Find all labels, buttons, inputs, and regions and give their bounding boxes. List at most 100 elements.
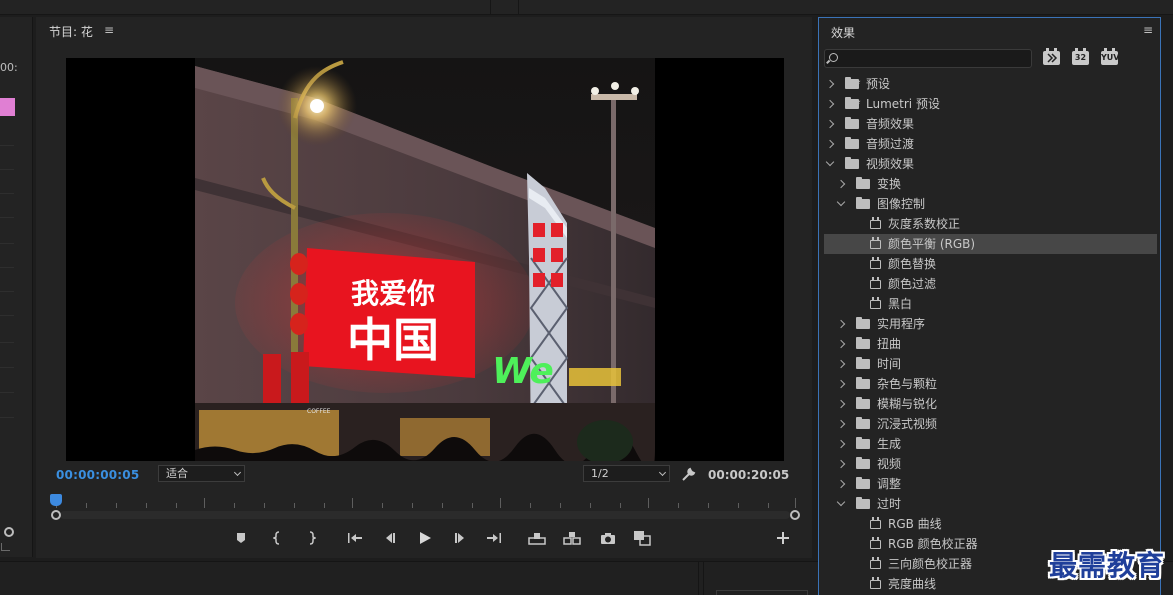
effect-icon: [870, 557, 881, 569]
play-icon[interactable]: [416, 529, 434, 547]
folder-item[interactable]: 时间: [824, 354, 1157, 374]
scroll-end-handle[interactable]: [4, 527, 14, 537]
effect-item[interactable]: 灰度系数校正: [824, 214, 1157, 234]
folder-item[interactable]: 视频: [824, 454, 1157, 474]
lift-icon[interactable]: [528, 529, 546, 547]
chevron-right-icon[interactable]: [836, 319, 846, 329]
scroll-end-handle[interactable]: [790, 510, 800, 520]
chevron-right-icon[interactable]: [836, 359, 846, 369]
folder-item[interactable]: 预设: [824, 72, 1157, 94]
chevron-right-icon[interactable]: [836, 399, 846, 409]
panel-title[interactable]: 效果: [831, 24, 855, 41]
folder-icon: [856, 477, 870, 489]
playhead[interactable]: [50, 494, 62, 506]
go-to-out-icon[interactable]: [485, 529, 503, 547]
chevron-right-icon[interactable]: [836, 379, 846, 389]
wrench-icon[interactable]: [681, 466, 697, 482]
ruler-tick: [234, 503, 235, 508]
chevron-right-icon[interactable]: [825, 139, 835, 149]
tree-item-label: 颜色平衡 (RGB): [888, 237, 976, 251]
timeline-area[interactable]: [716, 590, 808, 595]
divider: [0, 193, 14, 194]
effect-item[interactable]: 颜色过滤: [824, 274, 1157, 294]
add-button-icon[interactable]: [774, 529, 792, 547]
mark-out-icon[interactable]: [302, 529, 320, 547]
chevron-right-icon[interactable]: [836, 419, 846, 429]
tree-item-label: 扭曲: [877, 337, 902, 351]
step-back-icon[interactable]: [381, 529, 399, 547]
effect-item[interactable]: 颜色平衡 (RGB): [824, 234, 1157, 254]
chevron-right-icon[interactable]: [836, 479, 846, 489]
effect-item[interactable]: 黑白: [824, 294, 1157, 314]
folder-item[interactable]: 视频效果: [824, 154, 1157, 174]
tree-item-label: 沉浸式视频: [877, 417, 938, 431]
chevron-down-icon[interactable]: [836, 497, 846, 507]
extract-icon[interactable]: [563, 529, 581, 547]
effect-item[interactable]: 颜色替换: [824, 254, 1157, 274]
ruler-tick: [204, 498, 205, 508]
scroll-start-handle[interactable]: [51, 510, 61, 520]
folder-icon: [856, 457, 870, 469]
go-to-in-icon[interactable]: [346, 529, 364, 547]
folder-item[interactable]: 音频过渡: [824, 134, 1157, 154]
zoom-fit-select[interactable]: 适合: [158, 465, 245, 482]
chevron-right-icon[interactable]: [836, 459, 846, 469]
chevron-down-icon[interactable]: [836, 197, 846, 207]
folder-item[interactable]: 图像控制: [824, 194, 1157, 214]
tree-item-label: 过时: [877, 497, 902, 511]
folder-item[interactable]: 过时: [824, 494, 1157, 514]
export-icon[interactable]: [1, 543, 10, 551]
ruler-tick: [264, 503, 265, 508]
folder-item[interactable]: 调整: [824, 474, 1157, 494]
compare-view-icon[interactable]: [633, 529, 651, 547]
folder-item[interactable]: 实用程序: [824, 314, 1157, 334]
billboard-line-1: 我爱你: [351, 277, 435, 310]
chevron-right-icon[interactable]: [825, 119, 835, 129]
time-ruler[interactable]: [56, 495, 796, 511]
panel-menu-icon[interactable]: ≡: [104, 23, 114, 37]
folder-item[interactable]: 模糊与锐化: [824, 394, 1157, 414]
folder-icon: [856, 377, 870, 389]
folder-item[interactable]: 杂色与颗粒: [824, 374, 1157, 394]
folder-icon: [845, 117, 859, 129]
playback-resolution-select[interactable]: 1/2: [583, 465, 670, 482]
step-forward-icon[interactable]: [451, 529, 469, 547]
chevron-right-icon[interactable]: [836, 439, 846, 449]
yuv-effects-icon[interactable]: YUV: [1101, 48, 1119, 65]
search-input[interactable]: [843, 50, 1029, 67]
folder-item[interactable]: 变换: [824, 174, 1157, 194]
divider: [490, 0, 491, 15]
folder-item[interactable]: 生成: [824, 434, 1157, 454]
panel-menu-icon[interactable]: ≡: [1143, 23, 1153, 37]
chevron-right-icon[interactable]: [836, 339, 846, 349]
folder-icon: [856, 357, 870, 369]
top-panel-strip: [0, 0, 1173, 15]
32bit-effects-icon[interactable]: 32: [1072, 48, 1089, 65]
store-sign: We: [492, 351, 554, 392]
tree-item-label: 颜色过滤: [888, 277, 937, 291]
divider: [698, 562, 699, 595]
effects-search[interactable]: [824, 49, 1032, 68]
chevron-down-icon[interactable]: [825, 157, 835, 167]
chevron-right-icon[interactable]: [825, 79, 835, 89]
clip-marker[interactable]: [0, 98, 15, 116]
effect-item[interactable]: RGB 曲线: [824, 514, 1157, 534]
folder-item[interactable]: 沉浸式视频: [824, 414, 1157, 434]
current-timecode[interactable]: 00:00:00:05: [56, 468, 139, 482]
folder-item[interactable]: 扭曲: [824, 334, 1157, 354]
folder-item[interactable]: 音频效果: [824, 114, 1157, 134]
mark-in-icon[interactable]: [269, 529, 287, 547]
chevron-right-icon[interactable]: [825, 99, 835, 109]
panel-title[interactable]: 节目: 花: [49, 23, 93, 40]
folder-item[interactable]: Lumetri 预设: [824, 92, 1157, 114]
chevron-right-icon[interactable]: [836, 179, 846, 189]
tree-item-label: 杂色与颗粒: [877, 377, 938, 391]
camera-icon[interactable]: [599, 529, 617, 547]
video-viewer[interactable]: 我爱你 中国 We COFFEE: [66, 58, 784, 461]
folder-icon: [856, 197, 870, 209]
effect-icon: [870, 237, 881, 249]
zoom-scrollbar[interactable]: [60, 511, 790, 519]
left-panel-edge: 00:: [0, 17, 33, 557]
marker-icon[interactable]: [232, 529, 250, 547]
accelerated-effects-icon[interactable]: [1043, 48, 1060, 65]
